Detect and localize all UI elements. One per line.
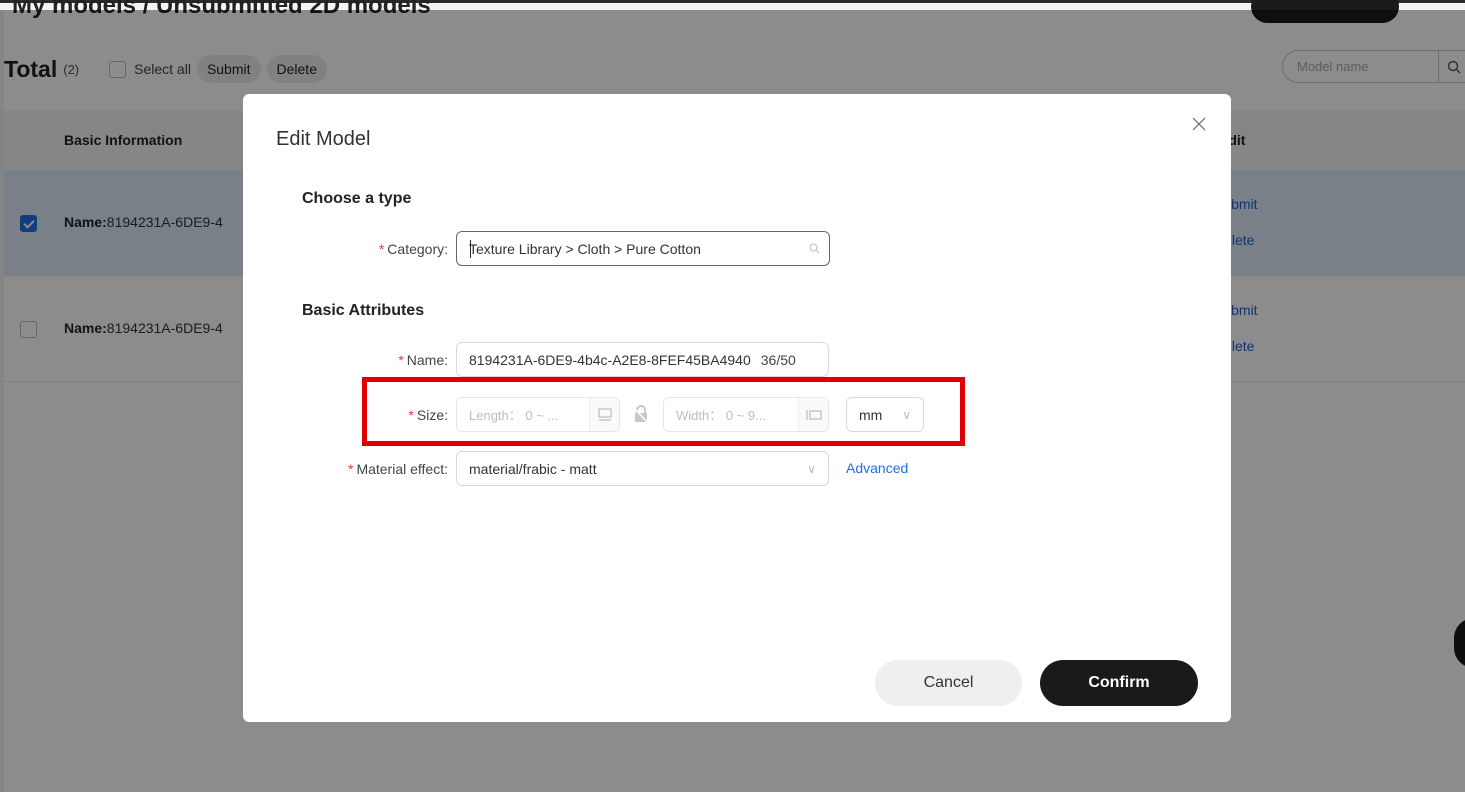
name-label: * Name: xyxy=(398,352,448,368)
close-button[interactable] xyxy=(1189,114,1209,134)
section-basic-attributes: Basic Attributes xyxy=(302,302,425,319)
name-input[interactable]: 8194231A-6DE9-4b4c-A2E8-8FEF45BA4940 36/… xyxy=(456,342,829,377)
name-char-counter: 36/50 xyxy=(760,351,796,368)
advanced-link[interactable]: Advanced xyxy=(846,460,908,476)
section-choose-type: Choose a type xyxy=(302,190,412,207)
name-value: 8194231A-6DE9-4b4c-A2E8-8FEF45BA4940 xyxy=(469,351,751,368)
material-value: material/frabic - matt xyxy=(469,460,597,477)
category-input[interactable]: Texture Library > Cloth > Pure Cotton xyxy=(456,231,830,266)
text-cursor xyxy=(470,240,471,258)
category-search-icon[interactable] xyxy=(799,243,829,254)
close-icon xyxy=(1192,117,1206,131)
material-label: * Material effect: xyxy=(347,461,448,477)
category-value: Texture Library > Cloth > Pure Cotton xyxy=(469,240,701,257)
confirm-button[interactable]: Confirm xyxy=(1040,660,1198,706)
size-row-highlight xyxy=(362,377,965,446)
dialog-title: Edit Model xyxy=(276,128,371,150)
cancel-button[interactable]: Cancel xyxy=(875,660,1022,706)
material-effect-select[interactable]: material/frabic - matt ∨ xyxy=(456,451,829,486)
chevron-down-icon: ∨ xyxy=(807,461,816,476)
category-label: * Category: xyxy=(378,241,448,257)
edit-model-dialog: Edit Model Choose a type * Category: Text… xyxy=(243,94,1231,722)
